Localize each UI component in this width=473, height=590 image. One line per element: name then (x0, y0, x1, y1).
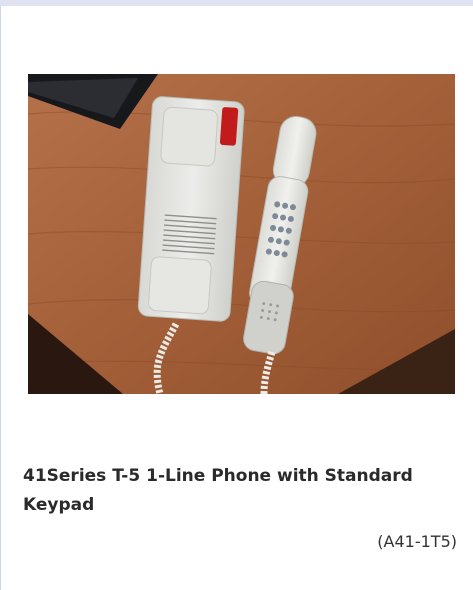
product-sku: (A41-1T5) (377, 532, 457, 551)
product-title[interactable]: 41Series T-5 1-Line Phone with Standard … (23, 462, 463, 520)
product-image[interactable] (28, 74, 455, 394)
product-card: 41Series T-5 1-Line Phone with Standard … (0, 6, 473, 590)
